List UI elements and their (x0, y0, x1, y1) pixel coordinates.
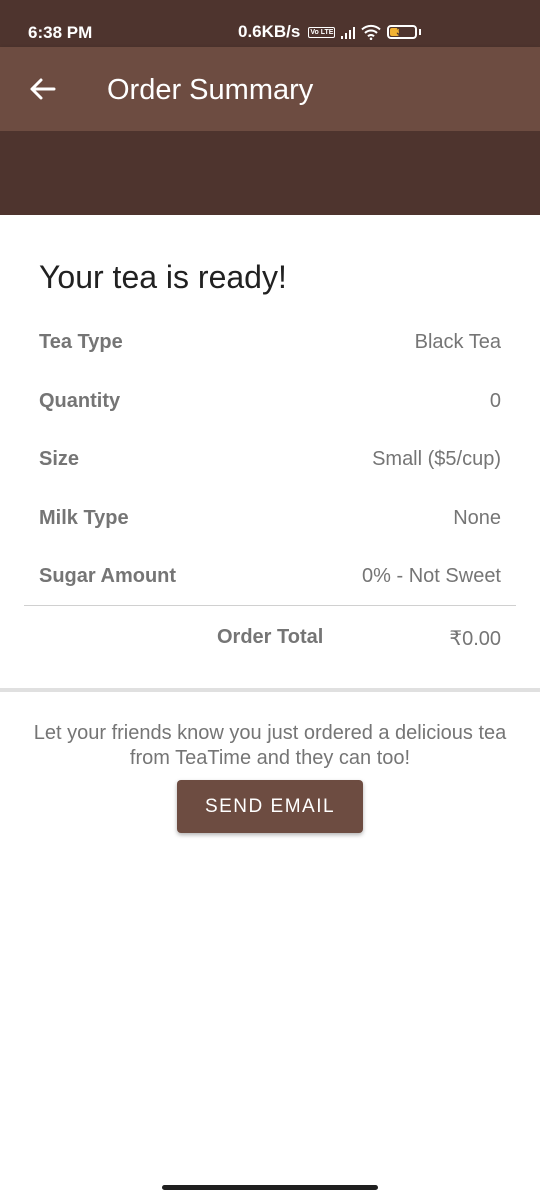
divider (24, 605, 516, 606)
summary-row-size: Size Small ($5/cup) (39, 448, 501, 478)
summary-row-quantity: Quantity 0 (39, 390, 501, 420)
battery-level: 37 (396, 26, 409, 38)
signal-icon (341, 25, 356, 39)
page-title: Order Summary (107, 74, 314, 106)
summary-heading: Your tea is ready! (39, 259, 287, 295)
status-bar: 6:38 PM 0.6KB/s Vo LTE 37 (0, 0, 540, 47)
volte-icon: Vo LTE (308, 26, 336, 38)
row-value: None (453, 507, 501, 529)
row-value: 0% - Not Sweet (362, 565, 501, 587)
row-label: Milk Type (39, 507, 129, 529)
app-bar: Order Summary (0, 47, 540, 131)
row-label: Sugar Amount (39, 565, 177, 587)
summary-row-tea-type: Tea Type Black Tea (39, 331, 501, 361)
status-icons: 0.6KB/s Vo LTE 37 (238, 19, 422, 45)
row-label: Size (39, 448, 80, 470)
home-indicator[interactable] (162, 1185, 378, 1190)
row-value: Small ($5/cup) (372, 448, 501, 470)
back-button[interactable] (22, 71, 62, 107)
wifi-icon (361, 24, 382, 40)
status-time: 6:38 PM (28, 23, 93, 42)
battery-tip (419, 29, 422, 35)
row-value: 0 (489, 390, 501, 412)
order-total-label: Order Total (217, 626, 324, 648)
row-value: Black Tea (414, 331, 501, 353)
summary-row-sugar-amount: Sugar Amount 0% - Not Sweet (39, 565, 501, 595)
row-label: Tea Type (39, 331, 123, 353)
share-message: Let your friends know you just ordered a… (33, 722, 507, 769)
header-extension (0, 131, 540, 215)
summary-row-milk-type: Milk Type None (39, 507, 501, 537)
battery-icon: 37 (387, 25, 418, 39)
send-email-button[interactable]: SEND EMAIL (177, 780, 363, 833)
section-divider (0, 688, 540, 692)
arrow-left-icon (30, 78, 56, 100)
row-label: Quantity (39, 390, 121, 412)
network-speed: 0.6KB/s (238, 22, 301, 41)
order-total-value: ₹0.00 (449, 628, 501, 650)
